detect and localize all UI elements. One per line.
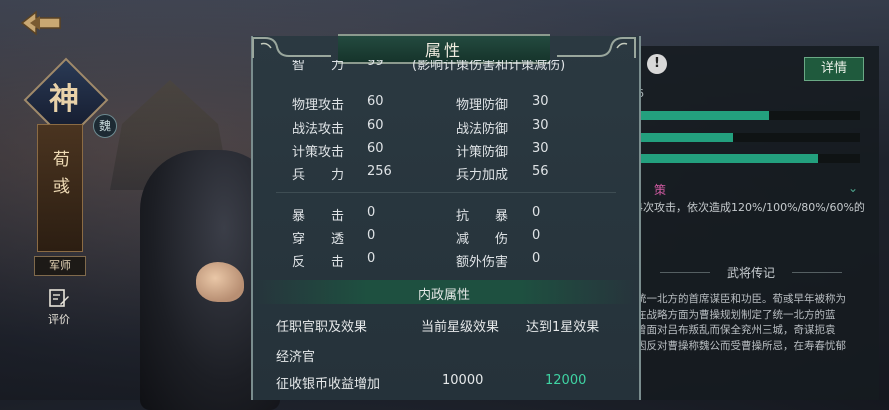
section-divider bbox=[276, 192, 616, 193]
effect-label: 征收银币收益增加 bbox=[276, 377, 381, 392]
stat-label: 穿 透 bbox=[292, 232, 345, 247]
stat-label-text: 智 力 bbox=[292, 60, 345, 73]
stat-value: 0 bbox=[532, 251, 541, 266]
rarity-emblem-char: 神 bbox=[49, 82, 79, 117]
stat-value: 99 bbox=[367, 60, 384, 76]
stat-bar-1-fill bbox=[637, 111, 769, 120]
review-label[interactable]: 评价 bbox=[40, 311, 78, 327]
hero-name: 荀彧 bbox=[49, 150, 69, 204]
column-header-office: 任职官职及效果 bbox=[276, 320, 368, 335]
bio-line: 在战略方面为曹操规划制定了统一北方的蓝 bbox=[636, 308, 836, 321]
stat-value: 56 bbox=[532, 164, 549, 179]
stat-value: 60 bbox=[367, 118, 384, 133]
modal-title: 属性 bbox=[424, 41, 463, 60]
stat-value: 30 bbox=[532, 94, 549, 109]
stat-label: 战法攻击 bbox=[292, 122, 345, 137]
stat-bar-2 bbox=[637, 133, 860, 142]
hero-hand bbox=[196, 262, 244, 302]
stat-label: 减 伤 bbox=[456, 232, 509, 247]
back-arrow-icon[interactable] bbox=[20, 10, 64, 36]
biography-text: 统一北方的首席谋臣和功臣。荀彧早年被称为 在战略方面为曹操规划制定了统一北方的蓝… bbox=[636, 292, 866, 354]
stat-bar-3 bbox=[637, 154, 860, 163]
stat-value: 0 bbox=[367, 205, 376, 220]
column-header-next: 达到1星效果 bbox=[526, 320, 600, 335]
stat-value-text: 99 bbox=[367, 60, 384, 69]
strategy-label: 策 bbox=[654, 183, 667, 197]
header-ornament-left bbox=[252, 37, 331, 58]
stat-value: 0 bbox=[532, 228, 541, 243]
stat-value: 0 bbox=[367, 228, 376, 243]
stat-note-text: (影响计策伤害和计策减伤) bbox=[412, 60, 566, 73]
internal-affairs-title: 内政属性 bbox=[417, 288, 470, 303]
review-edit-icon[interactable] bbox=[48, 288, 70, 308]
stat-value: 0 bbox=[367, 251, 376, 266]
column-header-current: 当前星级效果 bbox=[421, 320, 500, 335]
stat-bar-2-fill bbox=[637, 133, 733, 142]
stat-label: 额外伤害 bbox=[456, 255, 509, 270]
header-ornament-right bbox=[557, 37, 636, 58]
stat-value: 60 bbox=[367, 141, 384, 156]
bio-line: 统一北方的首席谋臣和功臣。荀彧早年被称为 bbox=[636, 293, 846, 305]
faction-badge: 魏 bbox=[93, 114, 117, 138]
stat-label: 兵 力 bbox=[292, 168, 345, 183]
stat-value: 256 bbox=[367, 164, 392, 179]
stat-value: 60 bbox=[367, 94, 384, 109]
office-name: 经济官 bbox=[276, 350, 316, 365]
chevron-down-icon[interactable]: ⌄ bbox=[848, 181, 858, 195]
strategy-description: 4次攻击，依次造成120%/100%/80%/60%的 bbox=[636, 201, 865, 214]
stat-value: 30 bbox=[532, 141, 549, 156]
bio-line: 因反对曹操称魏公而受曹操所忌，在寿春忧郁 bbox=[636, 339, 846, 352]
stat-label: 物理攻击 bbox=[292, 98, 345, 113]
stat-value: 0 bbox=[532, 205, 541, 220]
stat-bar-3-fill bbox=[637, 154, 818, 163]
stat-note: (影响计策伤害和计策减伤) bbox=[412, 60, 565, 76]
stat-label: 计策攻击 bbox=[292, 145, 345, 160]
stat-label: 计策防御 bbox=[456, 145, 509, 160]
stat-bar-1 bbox=[637, 111, 860, 120]
stat-label: 兵力加成 bbox=[456, 168, 509, 183]
stat-label: 物理防御 bbox=[456, 98, 509, 113]
stat-value: 30 bbox=[532, 118, 549, 133]
biography-title: 武将传记 bbox=[726, 266, 775, 280]
role-tag: 军师 bbox=[34, 256, 86, 276]
effect-current-value: 10000 bbox=[442, 373, 484, 388]
stat-label: 反 击 bbox=[292, 255, 345, 270]
stat-label: 暴 击 bbox=[292, 209, 345, 224]
stat-label: 抗 暴 bbox=[456, 209, 509, 224]
alert-icon[interactable]: ! bbox=[647, 54, 667, 74]
effect-next-value: 12000 bbox=[545, 373, 587, 388]
stat-label: 战法防御 bbox=[456, 122, 509, 137]
details-button[interactable]: 详情 bbox=[804, 57, 864, 81]
stat-label: 智 力 bbox=[292, 60, 344, 76]
bio-line: 曾面对吕布叛乱而保全兖州三城，奇谋扼袁 bbox=[636, 324, 836, 336]
